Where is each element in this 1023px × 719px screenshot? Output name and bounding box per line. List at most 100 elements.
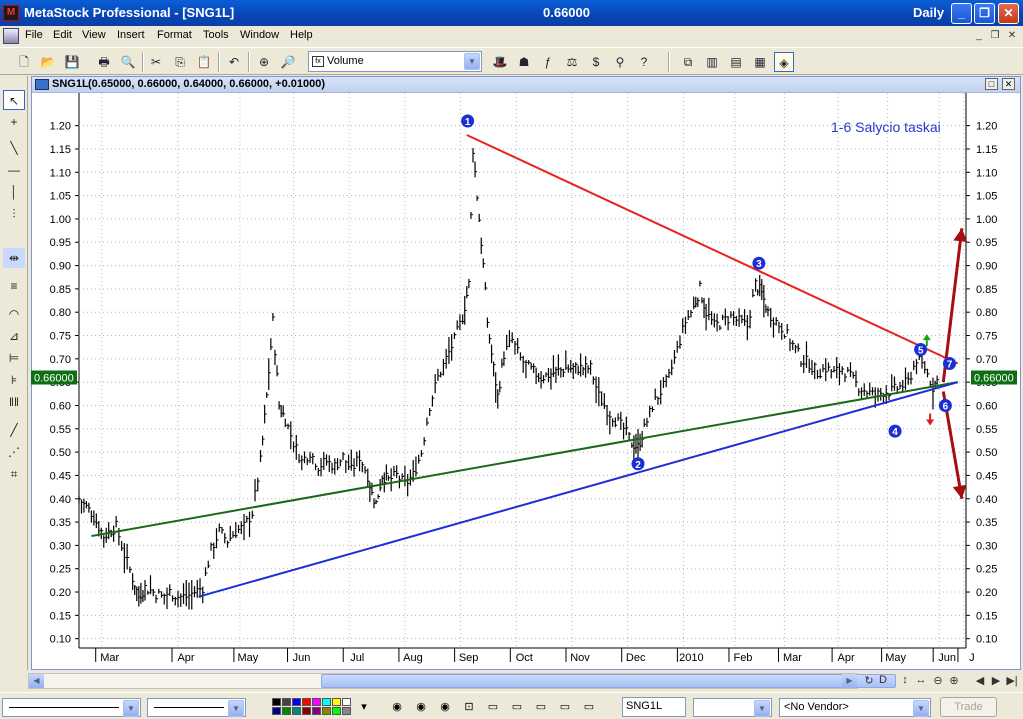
chart-maximize-icon[interactable]: □ xyxy=(985,78,998,90)
cascade-icon[interactable]: ⧉ xyxy=(678,52,698,72)
crosshair-icon[interactable]: ⊕ xyxy=(254,52,274,72)
chevron-down-icon[interactable]: ▼ xyxy=(123,700,139,717)
chevron-down-icon[interactable]: ▼ xyxy=(754,700,770,717)
indicator-builder-icon[interactable]: ƒ xyxy=(538,52,558,72)
retracement-icon[interactable]: ⊧ xyxy=(3,370,25,390)
chart-icon xyxy=(35,79,49,90)
copy-icon[interactable]: ⎘ xyxy=(170,52,190,72)
minimize-button[interactable]: _ xyxy=(951,3,972,24)
menu-help[interactable]: Help xyxy=(290,29,313,41)
trendline-icon[interactable]: ╲ xyxy=(3,138,25,158)
color-palette[interactable] xyxy=(272,698,358,716)
mdi-close-icon[interactable]: ✕ xyxy=(1005,29,1019,42)
scroll-back-icon[interactable]: ◀ xyxy=(973,674,987,690)
chevron-down-icon[interactable]: ▼ xyxy=(913,700,929,717)
scroll-left-icon[interactable]: ◀ xyxy=(29,674,44,688)
grid-tool-icon[interactable]: ⌗ xyxy=(3,464,25,484)
style-btn-5-icon[interactable]: ▭ xyxy=(484,698,502,716)
menu-file[interactable]: File xyxy=(25,29,43,41)
mdi-restore-icon[interactable]: ❐ xyxy=(988,29,1002,42)
style-btn-9-icon[interactable]: ▭ xyxy=(580,698,598,716)
scroll-end-icon[interactable]: ▶| xyxy=(1005,674,1019,690)
scale-vertical-icon[interactable]: ↕ xyxy=(898,674,912,690)
menu-view[interactable]: View xyxy=(82,29,106,41)
status-blank-select[interactable]: ▼ xyxy=(693,698,772,717)
binoculars-icon[interactable]: ⚲ xyxy=(610,52,630,72)
scroll-right-icon[interactable]: ▶ xyxy=(842,674,857,688)
menu-tools[interactable]: Tools xyxy=(203,29,229,41)
style-btn-1-icon[interactable]: ◉ xyxy=(388,698,406,716)
undo-icon[interactable]: ↶ xyxy=(224,52,244,72)
zoom-in-icon[interactable]: ⊕ xyxy=(947,674,961,690)
style-btn-3-icon[interactable]: ◉ xyxy=(436,698,454,716)
line-tool-icon[interactable]: ╱ xyxy=(3,420,25,440)
new-icon[interactable]: 🗋 xyxy=(14,52,34,72)
restore-button[interactable]: ❐ xyxy=(974,3,995,24)
zoom-icon[interactable]: 🔎 xyxy=(278,52,298,72)
tile-vertical-icon[interactable]: ▥ xyxy=(702,52,722,72)
scale-horizontal-icon[interactable]: ↔ xyxy=(914,674,928,690)
line-weight-select[interactable]: ▼ xyxy=(147,698,246,717)
y-tick-label: 0.40 xyxy=(976,494,997,506)
palette-dropdown-icon[interactable]: ▾ xyxy=(355,698,373,716)
chart-close-icon[interactable]: ✕ xyxy=(1002,78,1015,90)
fibonacci-icon[interactable]: ⊨ xyxy=(3,348,25,368)
paste-icon[interactable]: 📋 xyxy=(194,52,214,72)
fan-icon[interactable]: ⊿ xyxy=(3,326,25,346)
menu-edit[interactable]: Edit xyxy=(53,29,72,41)
layout-icon[interactable]: ◈ xyxy=(774,52,794,72)
expert-advisor-icon[interactable]: 🎩 xyxy=(490,52,510,72)
cycle-lines-icon[interactable]: ⫶ xyxy=(3,204,25,224)
price-tag-right-label: 0.66000 xyxy=(974,372,1014,384)
channel-icon[interactable]: ≡ xyxy=(3,276,25,296)
vendor-select[interactable]: <No Vendor> ▼ xyxy=(779,698,931,717)
x-tick-label: Nov xyxy=(570,652,590,664)
style-btn-6-icon[interactable]: ▭ xyxy=(508,698,526,716)
style-btn-7-icon[interactable]: ▭ xyxy=(532,698,550,716)
horizontal-scrollbar[interactable]: ◀ ▶ xyxy=(28,673,896,689)
scroll-thumb[interactable] xyxy=(321,674,896,688)
scroll-forward-icon[interactable]: ▶ xyxy=(989,674,1003,690)
explorer-icon[interactable]: ☗ xyxy=(514,52,534,72)
system-tester-icon[interactable]: ⚖ xyxy=(562,52,582,72)
help-icon[interactable]: ? xyxy=(634,52,654,72)
style-btn-2-icon[interactable]: ◉ xyxy=(412,698,430,716)
mdi-minimize-icon[interactable]: _ xyxy=(972,29,986,42)
menu-insert[interactable]: Insert xyxy=(117,29,145,41)
security-field[interactable]: SNG1L xyxy=(622,697,686,717)
speed-lines-icon[interactable]: ⇹ xyxy=(3,248,25,268)
time-zones-icon[interactable]: ‖‖ xyxy=(3,392,25,412)
style-btn-8-icon[interactable]: ▭ xyxy=(556,698,574,716)
price-chart[interactable]: 1.20 1.15 1.10 1.05 1.00 0.95 0.90 0.85 0.80 0.75… xyxy=(31,93,1021,670)
document-icon[interactable] xyxy=(3,28,19,44)
pointer-icon[interactable]: ↖ xyxy=(3,90,25,110)
arc-icon[interactable]: ◠ xyxy=(3,304,25,324)
crosshair-tool-icon[interactable]: + xyxy=(3,112,25,132)
chevron-down-icon[interactable]: ▼ xyxy=(464,53,480,70)
dollar-icon[interactable]: $ xyxy=(586,52,606,72)
cut-icon[interactable]: ✂ xyxy=(146,52,166,72)
print-preview-icon[interactable]: 🔍 xyxy=(118,52,138,72)
horizontal-line-icon[interactable]: — xyxy=(3,160,25,180)
status-bar: ▼ ▼ ▾ ◉ ◉ ◉ ⊡ ▭ ▭ ▭ ▭ ▭ SNG1L ▼ <No Vend… xyxy=(0,692,1023,719)
refresh-icon[interactable]: ↻ xyxy=(862,674,876,690)
periodicity-d-icon[interactable]: D xyxy=(876,674,890,690)
menu-window[interactable]: Window xyxy=(240,29,279,41)
open-icon[interactable]: 📂 xyxy=(38,52,58,72)
tile-grid-icon[interactable]: ▦ xyxy=(750,52,770,72)
trade-button[interactable]: Trade xyxy=(940,697,997,717)
save-icon[interactable]: 💾 xyxy=(62,52,82,72)
line-style-select[interactable]: ▼ xyxy=(2,698,141,717)
vertical-line-icon[interactable]: │ xyxy=(3,182,25,202)
y-tick-label: 0.45 xyxy=(976,470,997,482)
indicator-dropdown[interactable]: fx Volume ▼ xyxy=(308,51,482,72)
menu-format[interactable]: Format xyxy=(157,29,192,41)
x-tick-label: 2010 xyxy=(679,652,703,664)
gann-fan-icon[interactable]: ⋰ xyxy=(3,442,25,462)
zoom-out-icon[interactable]: ⊖ xyxy=(931,674,945,690)
style-btn-4-icon[interactable]: ⊡ xyxy=(460,698,478,716)
chevron-down-icon[interactable]: ▼ xyxy=(228,700,244,717)
tile-horizontal-icon[interactable]: ▤ xyxy=(726,52,746,72)
close-button[interactable]: ✕ xyxy=(998,3,1019,24)
print-icon[interactable]: 🖶 xyxy=(94,52,114,72)
